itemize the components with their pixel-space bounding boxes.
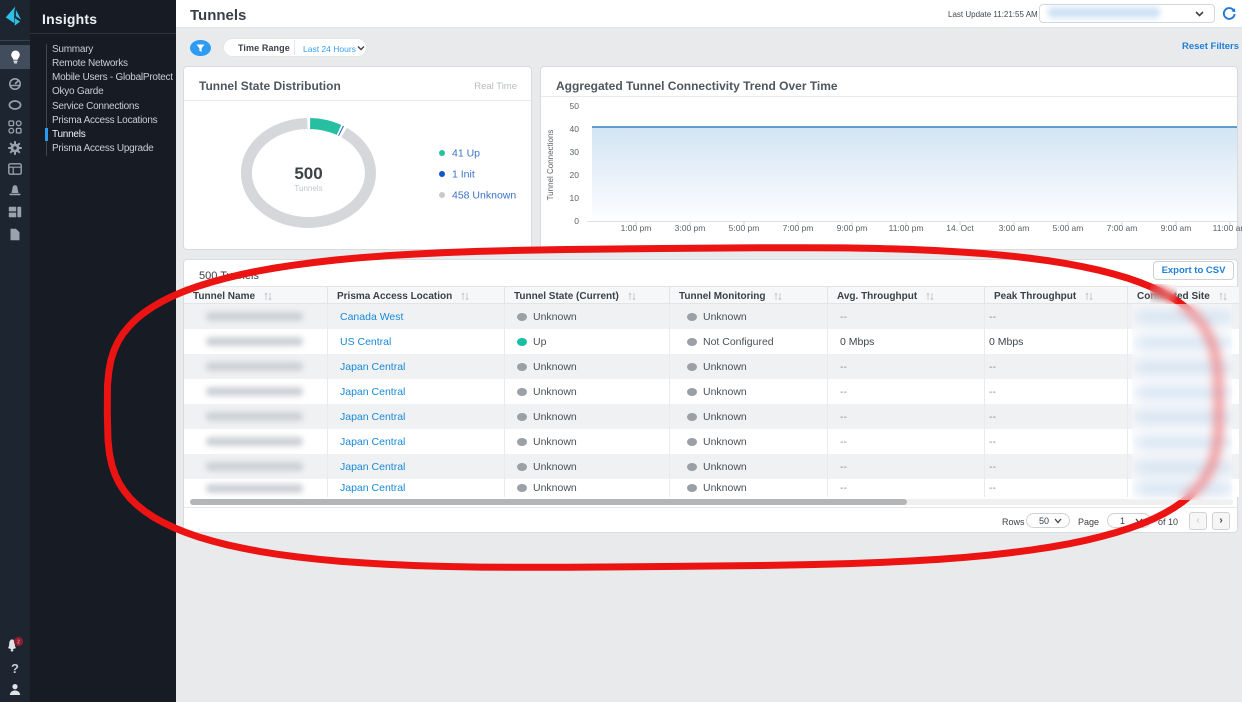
- svg-text:0: 0: [574, 216, 579, 226]
- svg-text:9:00 pm: 9:00 pm: [837, 223, 868, 233]
- svg-text:7:00 pm: 7:00 pm: [783, 223, 814, 233]
- svg-text:2: 2: [17, 639, 20, 645]
- svg-text:40: 40: [570, 124, 580, 134]
- svg-text:14. Oct: 14. Oct: [946, 223, 974, 233]
- svg-text:11:00 pm: 11:00 pm: [889, 223, 924, 233]
- svg-text:3:00 pm: 3:00 pm: [675, 223, 706, 233]
- svg-text:20: 20: [570, 170, 580, 180]
- svg-text:7:00 am: 7:00 am: [1107, 223, 1138, 233]
- svg-text:Tunnel Connections: Tunnel Connections: [546, 130, 555, 201]
- svg-text:Tunnels: Tunnels: [294, 184, 322, 193]
- svg-text:41 Up: 41 Up: [452, 148, 480, 160]
- svg-text:500: 500: [294, 164, 322, 183]
- svg-text:5:00 pm: 5:00 pm: [729, 223, 760, 233]
- svg-text:3:00 am: 3:00 am: [999, 223, 1030, 233]
- svg-text:5:00 am: 5:00 am: [1053, 223, 1084, 233]
- svg-text:10: 10: [570, 193, 580, 203]
- svg-text:458 Unknown: 458 Unknown: [452, 190, 516, 202]
- svg-text:30: 30: [570, 147, 580, 157]
- svg-text:1:00 pm: 1:00 pm: [621, 223, 652, 233]
- svg-text:9:00 am: 9:00 am: [1161, 223, 1192, 233]
- svg-text:50: 50: [570, 101, 580, 111]
- svg-text:1 Init: 1 Init: [452, 169, 475, 181]
- svg-text:11:00 am: 11:00 am: [1213, 223, 1242, 233]
